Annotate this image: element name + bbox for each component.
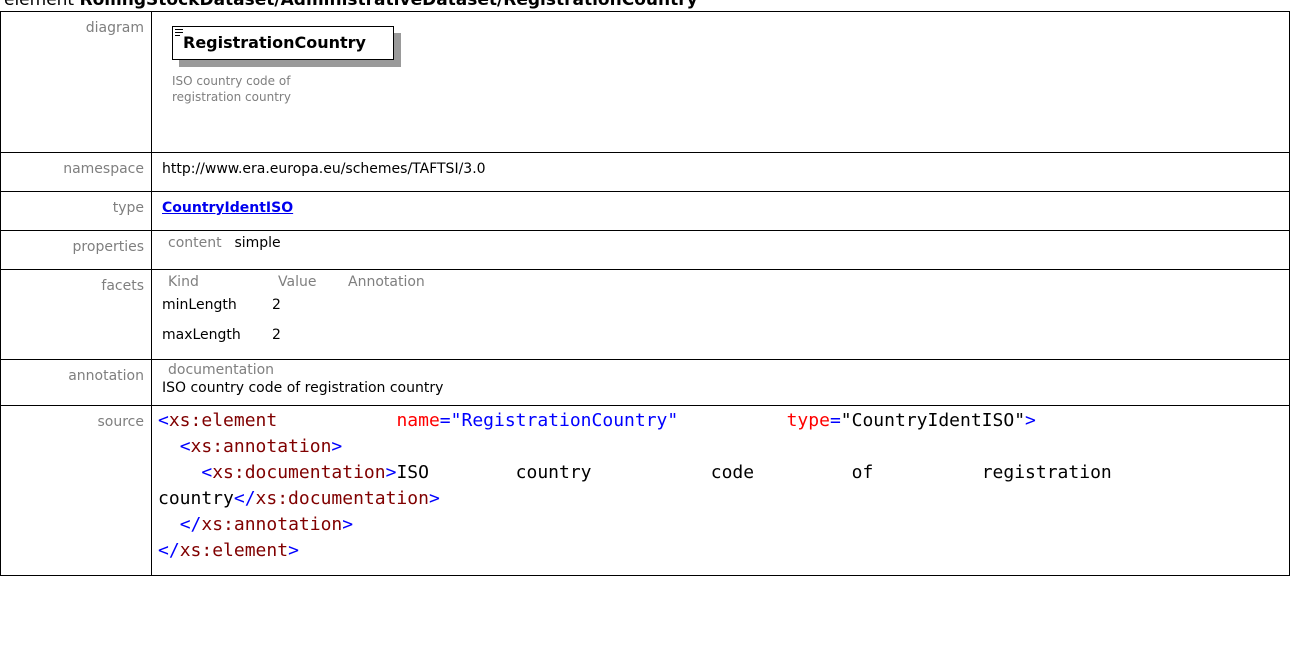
label-diagram: diagram xyxy=(0,11,152,153)
value-diagram: RegistrationCountry ISO country code of … xyxy=(151,11,1290,153)
diagram: RegistrationCountry ISO country code of … xyxy=(172,26,402,110)
source-text: country xyxy=(515,462,592,483)
properties-key: content xyxy=(168,235,222,251)
value-properties: content simple xyxy=(151,230,1290,270)
source-tag: xs:annotation xyxy=(201,514,343,535)
source-tag: xs:element xyxy=(168,410,278,431)
source-attr-type: type xyxy=(786,410,830,431)
source-tag: xs:annotation xyxy=(190,436,332,457)
element-doc-table: diagram RegistrationCountry ISO country … xyxy=(0,11,1290,576)
source-text: registration xyxy=(981,462,1112,483)
facets-header: Kind Value Annotation xyxy=(168,274,1289,290)
label-type: type xyxy=(0,191,152,231)
page-title: element RollingStockDataset/Administrati… xyxy=(4,0,698,10)
label-annotation: annotation xyxy=(0,359,152,406)
value-source: <xs:element name="RegistrationCountry" t… xyxy=(151,405,1290,576)
source-tag: xs:element xyxy=(179,540,289,561)
label-namespace: namespace xyxy=(0,152,152,192)
source-attr-name: name xyxy=(396,410,440,431)
value-type: CountryIdentISO xyxy=(151,191,1290,231)
facet-kind: maxLength xyxy=(162,327,241,343)
lines-icon xyxy=(175,29,183,37)
facet-row: minLength 2 xyxy=(162,290,1289,320)
source-code: <xs:element name="RegistrationCountry" t… xyxy=(158,410,1112,561)
diagram-description: ISO country code of registration country xyxy=(172,73,312,105)
type-link[interactable]: CountryIdentISO xyxy=(162,200,293,216)
diagram-element-name: RegistrationCountry xyxy=(183,33,366,52)
source-attr-value: "RegistrationCountry" xyxy=(450,410,679,431)
label-properties: properties xyxy=(0,230,152,270)
facet-value: 2 xyxy=(272,297,281,313)
page-title-prefix: element xyxy=(4,0,75,10)
source-text: ISO xyxy=(396,462,429,483)
source-attr-value: "CountryIdentISO" xyxy=(840,410,1026,431)
facets-header-kind: Kind xyxy=(168,274,199,290)
row-annotation: annotation documentation ISO country cod… xyxy=(0,359,1290,406)
facets-header-annotation: Annotation xyxy=(348,274,425,290)
source-tag: xs:documentation xyxy=(212,462,386,483)
facet-row: maxLength 2 xyxy=(162,320,1289,350)
properties-value: simple xyxy=(234,235,281,251)
facet-kind: minLength xyxy=(162,297,237,313)
value-facets: Kind Value Annotation minLength 2 maxLen… xyxy=(151,269,1290,360)
facet-value: 2 xyxy=(272,327,281,343)
diagram-description-line2: registration country xyxy=(172,90,291,104)
annotation-text: ISO country code of registration country xyxy=(162,380,444,396)
label-facets: facets xyxy=(0,269,152,360)
row-properties: properties content simple xyxy=(0,230,1290,270)
label-source: source xyxy=(0,405,152,576)
source-text: code xyxy=(710,462,755,483)
row-facets: facets Kind Value Annotation minLength 2… xyxy=(0,269,1290,360)
source-tag: xs:documentation xyxy=(255,488,429,509)
row-source: source <xs:element name="RegistrationCou… xyxy=(0,405,1290,576)
page-title-path: RollingStockDataset/AdministrativeDatase… xyxy=(79,0,698,10)
source-text: country xyxy=(158,488,234,509)
facets-header-value: Value xyxy=(278,274,317,290)
source-text: of xyxy=(851,462,874,483)
row-namespace: namespace http://www.era.europa.eu/schem… xyxy=(0,152,1290,192)
diagram-element-box[interactable]: RegistrationCountry xyxy=(172,26,394,60)
value-annotation: documentation ISO country code of regist… xyxy=(151,359,1290,406)
row-diagram: diagram RegistrationCountry ISO country … xyxy=(0,11,1290,153)
value-namespace: http://www.era.europa.eu/schemes/TAFTSI/… xyxy=(151,152,1290,192)
annotation-header: documentation xyxy=(168,362,275,378)
row-type: type CountryIdentISO xyxy=(0,191,1290,231)
diagram-description-line1: ISO country code of xyxy=(172,74,291,88)
